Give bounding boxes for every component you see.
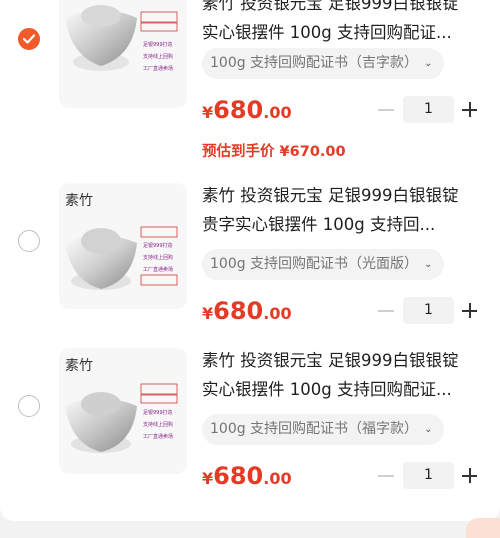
select-checkbox[interactable] [18, 395, 40, 417]
chevron-down-icon: ⌄ [424, 259, 433, 270]
price-integer: 680 [213, 297, 264, 325]
product-title[interactable]: 素竹 投资银元宝 足银999白银银锭 实心银摆件 100g 支持回购配证... [202, 0, 487, 47]
product-image[interactable]: 足银999打造 支持线上回购 工厂直通卖场 [59, 0, 187, 108]
quantity-field[interactable]: 1 [403, 462, 454, 489]
price-symbol: ¥ [202, 469, 214, 488]
estimated-price: 预估到手价 ¥670.00 [202, 144, 346, 160]
quantity-field[interactable]: 1 [403, 297, 454, 324]
cart-item-2: 素竹 足银999打造 支持线上回购 工厂直通卖场 素竹 投资银元宝 足银999白… [0, 175, 500, 345]
svg-text:支持线上回购: 支持线上回购 [143, 254, 173, 261]
price-decimal: .00 [263, 304, 292, 323]
increase-qty-button[interactable] [462, 303, 477, 318]
decrease-qty-button[interactable] [378, 310, 394, 312]
increase-qty-button[interactable] [462, 468, 477, 483]
product-title-line2: 实心银摆件 100g 支持回购配证... [202, 23, 452, 42]
increase-qty-button[interactable] [462, 102, 477, 117]
svg-text:足银999打造: 足银999打造 [143, 409, 173, 416]
chevron-down-icon: ⌄ [424, 424, 433, 435]
cart-item-3: 素竹 足银999打造 支持线上回购 工厂直通卖场 素竹 投资银元宝 足银999白… [0, 345, 500, 521]
price: ¥680.00 [202, 96, 292, 124]
price-symbol: ¥ [202, 103, 214, 122]
svg-text:工厂直通卖场: 工厂直通卖场 [143, 65, 173, 72]
price-decimal: .00 [263, 103, 292, 122]
svg-text:工厂直通卖场: 工厂直通卖场 [143, 433, 173, 440]
spec-label: 100g 支持回购配证书（光面版） [210, 256, 419, 272]
cart-card: 足银999打造 支持线上回购 工厂直通卖场 素竹 投资银元宝 足银999白银银锭… [0, 0, 500, 521]
svg-text:支持线上回购: 支持线上回购 [143, 53, 173, 60]
spec-selector[interactable]: 100g 支持回购配证书（吉字款） ⌄ [202, 48, 445, 79]
brand-mark: 素竹 [65, 193, 93, 209]
decrease-qty-button[interactable] [378, 109, 394, 111]
quantity-field[interactable]: 1 [403, 96, 454, 123]
svg-text:支持线上回购: 支持线上回购 [143, 421, 173, 428]
product-title-line1: 素竹 投资银元宝 足银999白银银锭 [202, 0, 459, 13]
price-integer: 680 [213, 96, 264, 124]
price-decimal: .00 [263, 469, 292, 488]
brand-mark: 素竹 [65, 358, 93, 374]
product-title-line2: 贵字实心银摆件 100g 支持回... [202, 215, 436, 234]
check-icon [23, 34, 35, 44]
product-image[interactable]: 素竹 足银999打造 支持线上回购 工厂直通卖场 [59, 183, 187, 309]
svg-text:足银999打造: 足银999打造 [143, 242, 173, 249]
spec-label: 100g 支持回购配证书（福字款） [210, 421, 419, 437]
price-integer: 680 [213, 462, 264, 490]
select-checkbox-checked[interactable] [18, 28, 40, 50]
product-title[interactable]: 素竹 投资银元宝 足银999白银银锭 贵字实心银摆件 100g 支持回... [202, 181, 487, 239]
select-checkbox[interactable] [18, 230, 40, 252]
cart-item-1: 足银999打造 支持线上回购 工厂直通卖场 素竹 投资银元宝 足银999白银银锭… [0, 0, 500, 175]
spec-selector[interactable]: 100g 支持回购配证书（福字款） ⌄ [202, 414, 445, 445]
price: ¥680.00 [202, 297, 292, 325]
product-title-line2: 实心银摆件 100g 支持回购配证... [202, 380, 452, 399]
svg-text:工厂直通卖场: 工厂直通卖场 [143, 266, 173, 273]
chevron-down-icon: ⌄ [424, 58, 433, 69]
spec-label: 100g 支持回购配证书（吉字款） [210, 55, 419, 71]
product-image[interactable]: 素竹 足银999打造 支持线上回购 工厂直通卖场 [59, 348, 187, 474]
floating-badge [466, 518, 500, 538]
svg-text:足银999打造: 足银999打造 [143, 41, 173, 48]
decrease-qty-button[interactable] [378, 475, 394, 477]
product-title-line1: 素竹 投资银元宝 足银999白银银锭 [202, 351, 459, 370]
product-title-line1: 素竹 投资银元宝 足银999白银银锭 [202, 186, 459, 205]
spec-selector[interactable]: 100g 支持回购配证书（光面版） ⌄ [202, 249, 445, 280]
price-symbol: ¥ [202, 304, 214, 323]
product-title[interactable]: 素竹 投资银元宝 足银999白银银锭 实心银摆件 100g 支持回购配证... [202, 346, 487, 404]
price: ¥680.00 [202, 462, 292, 490]
